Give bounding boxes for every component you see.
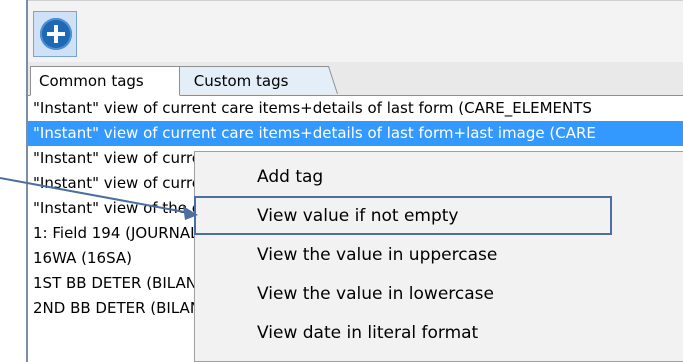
tab-common-tags-label: Common tags [39,72,144,90]
tab-common-tags[interactable]: Common tags [30,66,180,96]
annotation-arrow [0,177,198,220]
